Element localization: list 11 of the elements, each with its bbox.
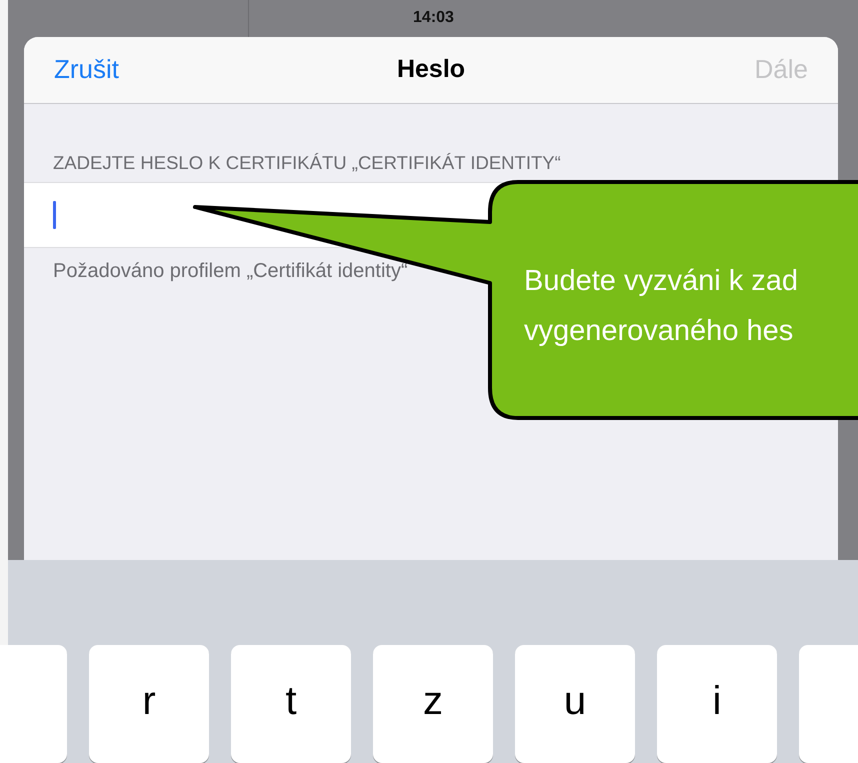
keyboard-key[interactable]: t	[231, 645, 351, 763]
status-time: 14:03	[413, 9, 454, 28]
keyboard-key[interactable]: u	[515, 645, 635, 763]
keyboard-key[interactable]: i	[657, 645, 777, 763]
keyboard-key[interactable]: z	[373, 645, 493, 763]
keyboard-key[interactable]: r	[89, 645, 209, 763]
dialog-title: Heslo	[396, 55, 466, 84]
section-label: ZADEJTE HESLO K CERTIFIKÁTU „CERTIFIKÁT IDENTITY“	[52, 154, 562, 172]
cancel-button[interactable]: Zrušit	[54, 54, 154, 86]
footer-note: Požadováno profilem „Certifikát identity“	[53, 260, 408, 283]
callout-text: Budete vyzváni k zad vygenerovaného hes	[524, 264, 798, 349]
